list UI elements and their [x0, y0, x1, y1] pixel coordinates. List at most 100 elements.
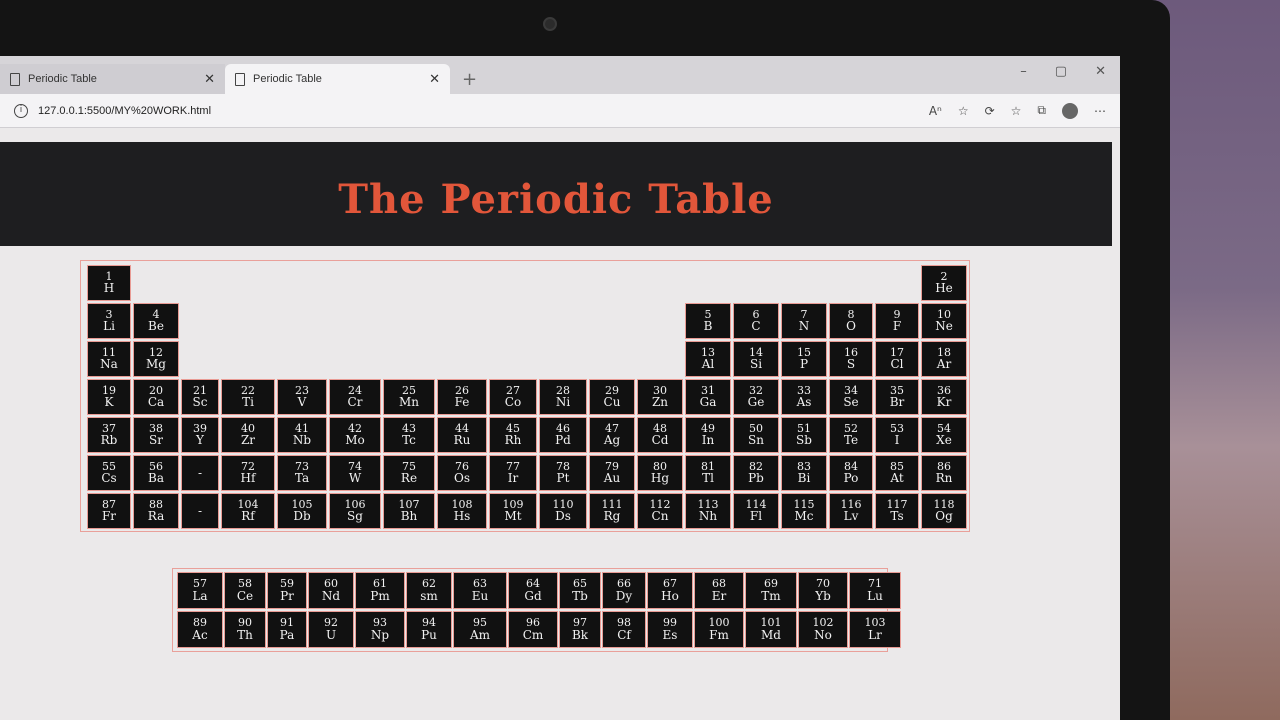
element-symbol: Am [469, 627, 491, 642]
element-cell: 42 Mo [329, 417, 381, 453]
close-tab-icon[interactable]: ✕ [429, 71, 440, 87]
element-cell: 71 Lu [849, 572, 901, 609]
tab-periodic-table-2[interactable]: Periodic Table ✕ [225, 64, 450, 94]
element-symbol: Rb [100, 433, 118, 448]
element-cell: 74 W [329, 455, 381, 491]
element-symbol: Mg [146, 357, 166, 372]
window-controls: – ▢ ✕ [1020, 64, 1106, 79]
element-cell: 87 Fr [87, 493, 131, 529]
site-info-icon[interactable]: i [14, 103, 28, 118]
element-symbol: Cf [617, 627, 631, 642]
element-cell: 78 Pt [539, 455, 587, 491]
element-symbol: Y [196, 433, 204, 448]
element-cell: 53 I [875, 417, 919, 453]
element-cell: 64 Gd [508, 572, 558, 609]
element-cell: 26 Fe [437, 379, 487, 415]
element-cell: 28 Ni [539, 379, 587, 415]
element-symbol: Db [293, 509, 311, 524]
element-cell: 2 He [921, 265, 967, 301]
element-symbol: Ho [661, 588, 679, 603]
element-symbol: Li [103, 319, 115, 334]
element-symbol: Ts [890, 509, 904, 524]
element-symbol: Mt [504, 509, 522, 524]
minimize-icon[interactable]: – [1020, 64, 1027, 79]
element-symbol: Pu [421, 627, 437, 642]
element-cell: 85 At [875, 455, 919, 491]
address-bar: i 127.0.0.1:5500/MY%20WORK.html Aⁿ ☆ ⟳ ☆… [0, 94, 1120, 128]
element-symbol: Au [603, 471, 621, 486]
element-symbol: Se [843, 395, 859, 410]
element-cell: 91 Pa [267, 611, 307, 648]
element-cell: 35 Br [875, 379, 919, 415]
element-symbol: B [703, 319, 713, 334]
element-cell: 110 Ds [539, 493, 587, 529]
tab-title: Periodic Table [28, 73, 97, 85]
element-symbol: Be [148, 319, 164, 334]
element-symbol: Fe [454, 395, 470, 410]
favorites-bar-icon[interactable]: ☆ [1011, 104, 1022, 118]
element-symbol: Ni [555, 395, 571, 410]
element-cell: 27 Co [489, 379, 537, 415]
element-cell: 30 Zn [637, 379, 683, 415]
element-symbol: Ds [555, 509, 571, 524]
element-cell: 21 Sc [181, 379, 219, 415]
more-menu-icon[interactable]: ⋯ [1094, 104, 1106, 118]
restore-icon[interactable]: ▢ [1055, 64, 1067, 79]
element-cell: 16 S [829, 341, 873, 377]
close-window-icon[interactable]: ✕ [1095, 64, 1106, 79]
favorite-icon[interactable]: ☆ [958, 104, 969, 118]
element-symbol: Mc [794, 509, 814, 524]
element-cell: 80 Hg [637, 455, 683, 491]
element-symbol: - [197, 503, 203, 518]
element-cell: - [181, 455, 219, 491]
element-cell: 58 Ce [224, 572, 266, 609]
page-title: The Periodic Table [338, 175, 774, 223]
element-cell: 96 Cm [508, 611, 558, 648]
element-symbol: Pm [370, 588, 390, 603]
new-tab-button[interactable]: + [462, 69, 477, 90]
element-cell: 63 Eu [453, 572, 507, 609]
element-cell: 51 Sb [781, 417, 827, 453]
close-tab-icon[interactable]: ✕ [204, 71, 215, 87]
element-symbol: Sr [149, 433, 163, 448]
element-symbol: In [701, 433, 715, 448]
element-cell: 36 Kr [921, 379, 967, 415]
element-cell: 37 Rb [87, 417, 131, 453]
element-cell: 97 Bk [559, 611, 601, 648]
element-cell: 32 Ge [733, 379, 779, 415]
element-symbol: K [104, 395, 114, 410]
read-aloud-icon[interactable]: Aⁿ [929, 104, 942, 118]
element-cell: 84 Po [829, 455, 873, 491]
element-symbol: Cm [522, 627, 544, 642]
element-cell: 81 Tl [685, 455, 731, 491]
extensions-icon[interactable]: ⟳ [985, 104, 995, 118]
document-icon [235, 72, 245, 86]
element-cell: 60 Nd [308, 572, 354, 609]
profile-avatar-icon[interactable] [1062, 102, 1078, 119]
element-symbol: Lu [867, 588, 883, 603]
element-cell: 89 Ac [177, 611, 223, 648]
element-symbol: Lv [843, 509, 859, 524]
element-cell: 102 No [798, 611, 848, 648]
element-cell: 112 Cn [637, 493, 683, 529]
element-symbol: Ce [236, 588, 254, 603]
tab-periodic-table-1[interactable]: Periodic Table ✕ [0, 64, 225, 94]
element-cell: 107 Bh [383, 493, 435, 529]
element-symbol: Np [370, 627, 390, 642]
element-cell: 101 Md [745, 611, 797, 648]
element-cell: 113 Nh [685, 493, 731, 529]
element-cell: 61 Pm [355, 572, 405, 609]
element-symbol: P [799, 357, 809, 372]
url-field[interactable]: 127.0.0.1:5500/MY%20WORK.html [38, 105, 919, 117]
element-cell: 104 Rf [221, 493, 275, 529]
element-symbol: Kr [936, 395, 952, 410]
collections-icon[interactable]: ⧉ [1037, 103, 1046, 118]
element-cell: 117 Ts [875, 493, 919, 529]
element-cell: 65 Tb [559, 572, 601, 609]
element-symbol: Nh [698, 509, 718, 524]
element-symbol: Tl [702, 471, 714, 486]
element-symbol: Cu [603, 395, 621, 410]
element-symbol: Ta [294, 471, 310, 486]
element-symbol: As [796, 395, 812, 410]
element-symbol: Nd [321, 588, 341, 603]
